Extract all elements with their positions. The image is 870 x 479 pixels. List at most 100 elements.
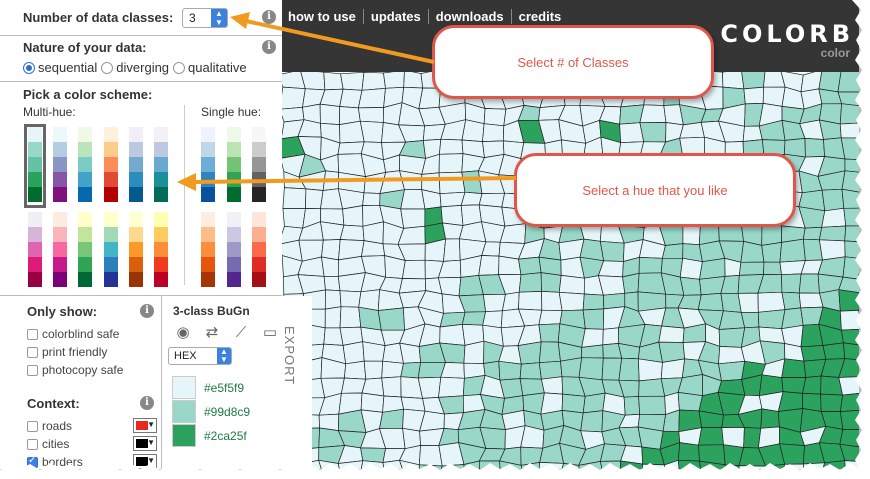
graph-icon[interactable]: ⟋ — [230, 324, 252, 342]
county[interactable] — [804, 138, 825, 158]
radio-dot[interactable] — [101, 61, 114, 74]
county[interactable] — [483, 108, 507, 127]
county[interactable] — [757, 291, 786, 313]
county[interactable] — [661, 243, 684, 259]
county[interactable] — [401, 259, 426, 280]
county[interactable] — [377, 307, 405, 331]
county[interactable] — [660, 358, 686, 380]
county[interactable] — [461, 311, 487, 326]
county[interactable] — [538, 309, 563, 326]
county[interactable] — [658, 325, 685, 343]
multi-hue-scheme-2[interactable] — [78, 212, 93, 287]
county[interactable] — [520, 425, 545, 449]
color-code-row[interactable]: #2ca25f — [172, 424, 247, 447]
county[interactable] — [359, 120, 384, 143]
county[interactable] — [580, 410, 604, 433]
county[interactable] — [738, 261, 765, 276]
county[interactable] — [619, 122, 645, 144]
county-map[interactable] — [282, 72, 860, 470]
county[interactable] — [417, 376, 442, 399]
county[interactable] — [319, 103, 341, 125]
single-hue-scheme-0[interactable] — [201, 212, 215, 287]
county[interactable] — [339, 224, 365, 241]
county[interactable] — [322, 170, 339, 191]
radio-qualitative[interactable]: qualitative — [173, 60, 247, 75]
county[interactable] — [560, 357, 583, 378]
county[interactable] — [798, 273, 820, 294]
county[interactable] — [679, 122, 705, 139]
multi-hue-scheme-1[interactable] — [53, 212, 68, 287]
county[interactable] — [342, 205, 364, 227]
county[interactable] — [821, 188, 845, 212]
county[interactable] — [383, 72, 405, 89]
county[interactable] — [798, 292, 824, 309]
county[interactable] — [743, 86, 764, 105]
county[interactable] — [282, 208, 306, 229]
county[interactable] — [821, 207, 847, 228]
county[interactable] — [761, 241, 782, 263]
updown-arrows-icon[interactable]: ▲ ▼ — [217, 348, 231, 364]
roads-color-picker[interactable]: ▼ — [133, 418, 157, 433]
multi-hue-scheme-1[interactable] — [53, 127, 68, 202]
county[interactable] — [639, 122, 667, 143]
nav-downloads[interactable]: downloads — [429, 9, 512, 24]
county[interactable] — [282, 187, 307, 209]
county[interactable] — [357, 107, 384, 123]
county[interactable] — [439, 324, 466, 346]
county[interactable] — [340, 72, 365, 91]
county[interactable] — [437, 277, 462, 297]
county[interactable] — [400, 189, 426, 210]
county[interactable] — [760, 408, 780, 429]
county[interactable] — [381, 376, 402, 398]
checkbox[interactable] — [27, 346, 38, 358]
county[interactable] — [344, 360, 367, 380]
county[interactable] — [743, 427, 762, 449]
county[interactable] — [781, 291, 802, 310]
checkbox[interactable] — [27, 364, 38, 376]
county[interactable] — [761, 224, 782, 246]
county[interactable] — [582, 293, 605, 311]
county[interactable] — [339, 306, 362, 329]
multi-hue-scheme-0[interactable] — [28, 212, 42, 287]
county[interactable] — [784, 138, 806, 158]
county[interactable] — [582, 392, 606, 414]
county[interactable] — [498, 360, 522, 381]
multi-hue-scheme-3[interactable] — [103, 212, 118, 287]
county[interactable] — [618, 357, 640, 382]
county[interactable] — [737, 292, 759, 313]
county[interactable] — [498, 255, 522, 276]
county[interactable] — [637, 426, 664, 450]
county[interactable] — [478, 255, 500, 276]
county[interactable] — [599, 240, 625, 262]
county[interactable] — [323, 276, 341, 292]
county[interactable] — [818, 225, 847, 242]
county[interactable] — [741, 72, 766, 90]
updown-arrows-icon[interactable]: ▲ ▼ — [211, 9, 227, 27]
county[interactable] — [324, 289, 342, 310]
county[interactable] — [381, 360, 404, 379]
county[interactable] — [581, 328, 604, 348]
color-code-row[interactable]: #e5f5f9 — [172, 376, 244, 399]
county[interactable] — [622, 272, 640, 294]
county[interactable] — [360, 392, 385, 413]
nav-updates[interactable]: updates — [364, 9, 429, 24]
county[interactable] — [517, 341, 542, 365]
county[interactable] — [438, 376, 465, 398]
county[interactable] — [440, 205, 464, 226]
county[interactable] — [802, 226, 823, 241]
county[interactable] — [781, 273, 802, 294]
check-colorblind[interactable]: colorblind safe — [27, 327, 119, 341]
county-map-canvas[interactable] — [282, 72, 860, 470]
county[interactable] — [538, 360, 563, 380]
multi-hue-scheme-5[interactable] — [154, 212, 168, 287]
county[interactable] — [439, 138, 464, 155]
checkbox[interactable] — [27, 328, 38, 340]
county[interactable] — [461, 119, 485, 142]
county[interactable] — [443, 238, 461, 262]
county[interactable] — [581, 344, 604, 359]
county[interactable] — [781, 358, 807, 378]
county[interactable] — [677, 442, 700, 462]
county[interactable] — [800, 345, 827, 362]
county[interactable] — [340, 377, 367, 394]
county[interactable] — [623, 396, 641, 416]
